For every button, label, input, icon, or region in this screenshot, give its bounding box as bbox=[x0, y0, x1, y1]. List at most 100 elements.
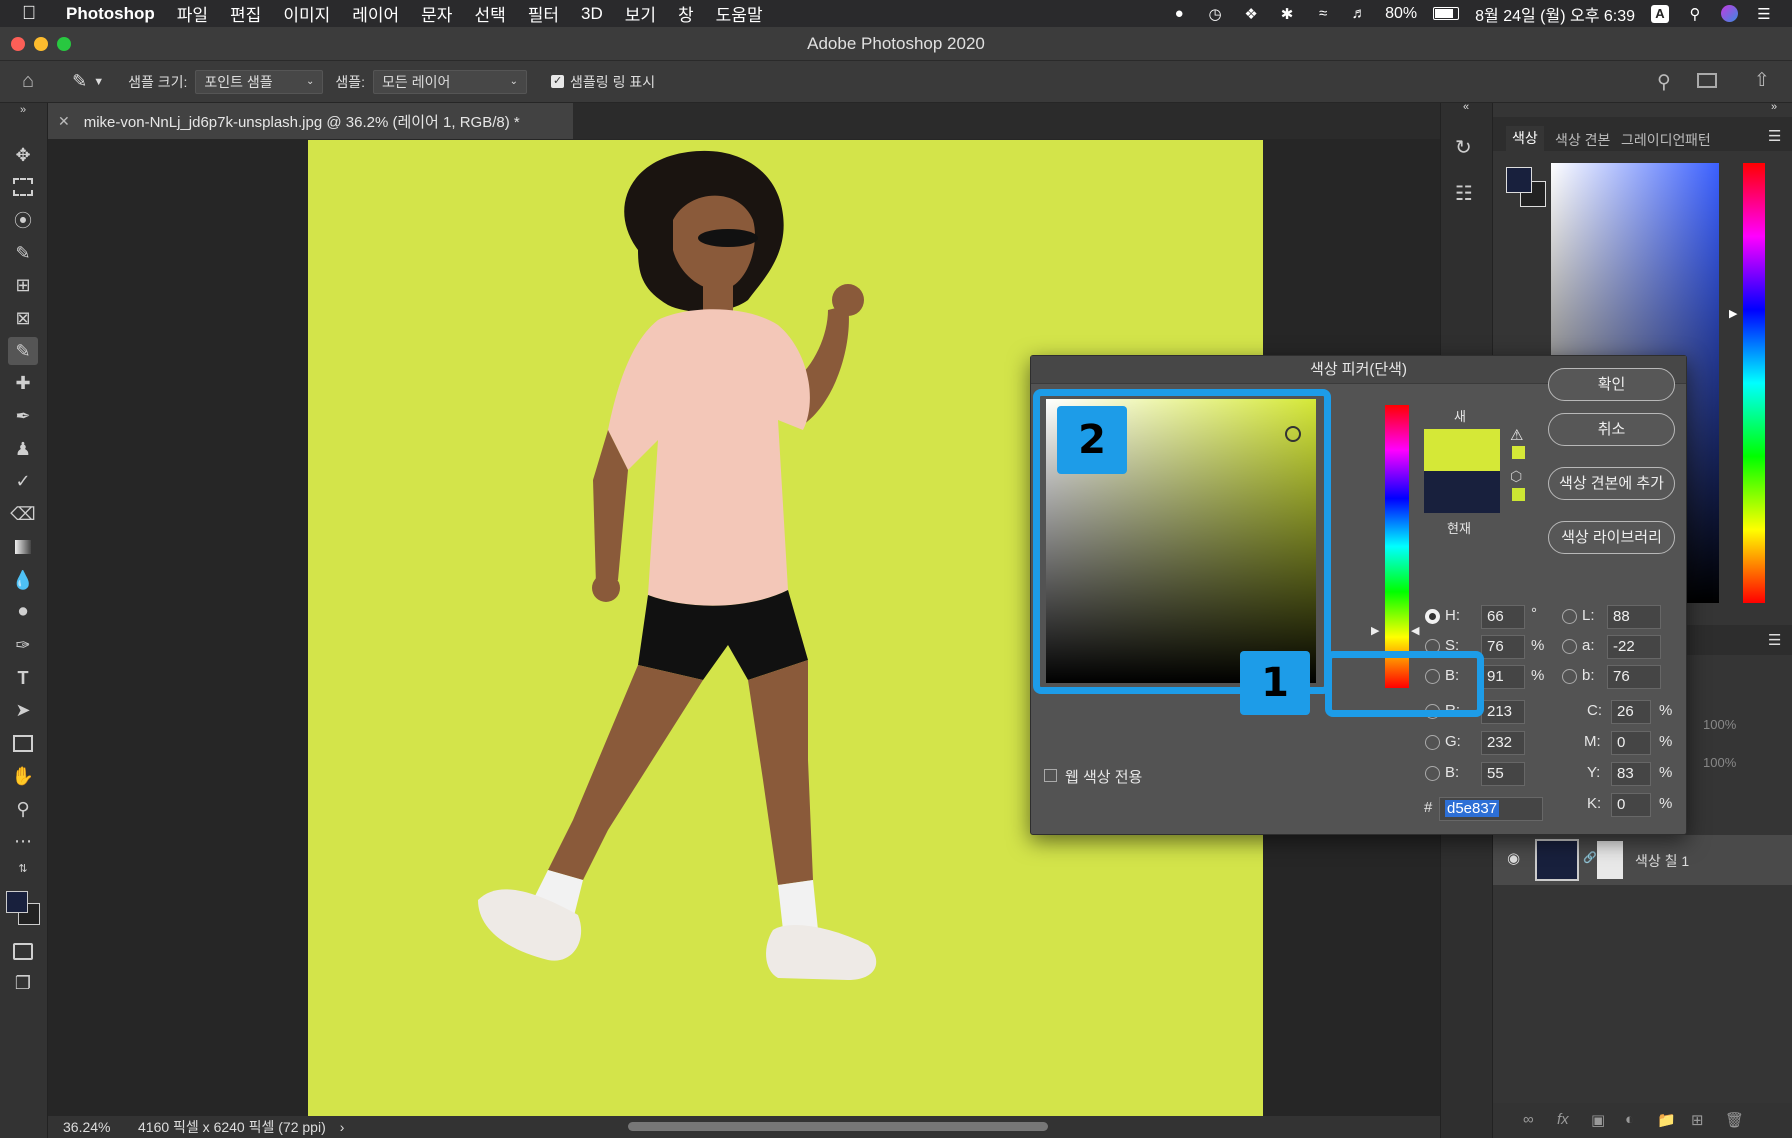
fill-value[interactable]: 100% bbox=[1703, 755, 1736, 770]
zoom-tool-icon[interactable]: ⚲ bbox=[8, 795, 38, 823]
zoom-window-icon[interactable] bbox=[57, 37, 71, 51]
show-sampling-ring-checkbox[interactable]: ✓ bbox=[551, 75, 565, 88]
green-field[interactable]: 232 bbox=[1481, 731, 1525, 755]
fx-icon[interactable]: fx bbox=[1557, 1111, 1569, 1128]
new-group-icon[interactable]: 📁 bbox=[1657, 1111, 1676, 1129]
blur-tool-icon[interactable]: 💧 bbox=[8, 566, 38, 594]
saturation-field[interactable]: 76 bbox=[1481, 635, 1525, 659]
panel-foreground-swatch[interactable] bbox=[1506, 167, 1532, 193]
eyedropper-tool-preset-icon[interactable]: ✎ bbox=[72, 71, 87, 92]
tab-patterns[interactable]: 패턴 bbox=[1685, 130, 1711, 150]
eyedropper-tool-icon[interactable]: ✎ bbox=[8, 337, 38, 365]
close-window-icon[interactable] bbox=[11, 37, 25, 51]
swap-colors-icon[interactable]: ⇅ bbox=[8, 859, 38, 877]
collapse-toolbar-icon[interactable]: » bbox=[8, 103, 38, 117]
menu-file[interactable]: 파일 bbox=[177, 1, 208, 26]
cyan-field[interactable]: 26 bbox=[1611, 700, 1651, 724]
menubar-clock[interactable]: 8월 24일 (월) 오후 6:39 bbox=[1475, 2, 1635, 26]
lab-b-field[interactable]: 76 bbox=[1607, 665, 1661, 689]
zoom-level[interactable]: 36.24% bbox=[63, 1119, 118, 1135]
gamut-swatch[interactable] bbox=[1512, 446, 1525, 459]
eraser-tool-icon[interactable]: ⌫ bbox=[8, 500, 38, 528]
app-menu[interactable]: Photoshop bbox=[66, 4, 155, 24]
blue-field[interactable]: 55 bbox=[1481, 762, 1525, 786]
input-source-badge[interactable]: A bbox=[1651, 4, 1669, 23]
menu-edit[interactable]: 편집 bbox=[230, 1, 261, 26]
time-machine-icon[interactable]: ◷ bbox=[1205, 6, 1225, 23]
menu-layer[interactable]: 레이어 bbox=[352, 1, 399, 26]
rectangle-tool-icon[interactable] bbox=[8, 729, 38, 757]
out-of-gamut-warning-icon[interactable]: ⚠ bbox=[1510, 426, 1523, 444]
red-field[interactable]: 213 bbox=[1481, 700, 1525, 724]
web-safe-cube-icon[interactable]: ⬡ bbox=[1510, 468, 1522, 485]
blue-radio[interactable] bbox=[1425, 766, 1440, 781]
hand-tool-icon[interactable]: ✋ bbox=[8, 762, 38, 790]
link-layers-icon[interactable]: ∞ bbox=[1523, 1111, 1534, 1128]
share-icon[interactable]: ⇧ bbox=[1754, 69, 1770, 92]
hue-slider-right-arrow-icon[interactable]: ◀ bbox=[1411, 624, 1419, 637]
lab-a-field[interactable]: -22 bbox=[1607, 635, 1661, 659]
properties-panel-icon[interactable]: ☷ bbox=[1455, 181, 1473, 206]
notification-center-icon[interactable]: ☰ bbox=[1754, 6, 1774, 23]
crop-tool-icon[interactable]: ⊞ bbox=[8, 271, 38, 299]
chevron-right-icon[interactable]: › bbox=[340, 1119, 345, 1135]
foreground-color-swatch[interactable] bbox=[6, 891, 28, 913]
lab-l-field[interactable]: 88 bbox=[1607, 605, 1661, 629]
eye-icon[interactable]: ◉ bbox=[1507, 849, 1520, 867]
chevron-down-icon[interactable]: ▼ bbox=[93, 76, 104, 88]
tab-color[interactable]: 색상 bbox=[1506, 126, 1544, 151]
tab-gradients[interactable]: 그레이디언 bbox=[1621, 130, 1685, 150]
siri-icon[interactable] bbox=[1721, 5, 1738, 22]
document-tab[interactable]: ✕ mike-von-NnLj_jd6p7k-unsplash.jpg @ 36… bbox=[48, 103, 573, 139]
sample-size-select[interactable]: 포인트 샘플 ⌄ bbox=[195, 69, 324, 94]
battery-icon[interactable] bbox=[1433, 7, 1460, 20]
more-tools-icon[interactable]: ⋯ bbox=[8, 827, 38, 855]
web-safe-swatch[interactable] bbox=[1512, 488, 1525, 501]
hue-radio[interactable] bbox=[1425, 609, 1440, 624]
lab-l-radio[interactable] bbox=[1562, 609, 1577, 624]
panel-menu-icon[interactable]: ☰ bbox=[1768, 631, 1781, 649]
expand-panels-icon[interactable]: » bbox=[1771, 101, 1777, 113]
opacity-value[interactable]: 100% bbox=[1703, 717, 1736, 732]
layer-row[interactable]: ◉ 🔗 색상 칠 1 bbox=[1493, 835, 1792, 885]
dodge-tool-icon[interactable]: ⚫ bbox=[8, 598, 38, 626]
green-radio[interactable] bbox=[1425, 735, 1440, 750]
hue-field[interactable]: 66 bbox=[1481, 605, 1525, 629]
search-icon[interactable]: ⚲ bbox=[1657, 71, 1671, 94]
delete-layer-icon[interactable]: 🗑 bbox=[1725, 1111, 1744, 1129]
hue-slider-marker-icon[interactable]: ▶ bbox=[1729, 307, 1737, 320]
healing-brush-tool-icon[interactable]: ✚ bbox=[8, 369, 38, 397]
menu-3d[interactable]: 3D bbox=[581, 4, 603, 24]
collapse-dock-icon[interactable]: « bbox=[1463, 101, 1469, 113]
lab-a-radio[interactable] bbox=[1562, 639, 1577, 654]
lasso-tool-icon[interactable]: ⦿ bbox=[8, 206, 38, 234]
document-dimensions[interactable]: 4160 픽셀 x 6240 픽셀 (72 ppi) bbox=[138, 1117, 326, 1137]
brush-tool-icon[interactable]: ✒ bbox=[8, 402, 38, 430]
clone-stamp-tool-icon[interactable]: ♟ bbox=[8, 435, 38, 463]
minimize-window-icon[interactable] bbox=[34, 37, 48, 51]
web-colors-only-checkbox[interactable] bbox=[1044, 769, 1057, 782]
horizontal-scrollbar[interactable] bbox=[628, 1122, 1048, 1131]
history-panel-icon[interactable]: ↻ bbox=[1455, 135, 1472, 160]
menu-help[interactable]: 도움말 bbox=[716, 1, 763, 26]
frame-tool-icon[interactable]: ⊠ bbox=[8, 304, 38, 332]
quick-mask-icon[interactable] bbox=[8, 937, 38, 965]
type-tool-icon[interactable]: T bbox=[8, 664, 38, 692]
move-tool-icon[interactable]: ✥ bbox=[8, 141, 38, 169]
brightness-field[interactable]: 91 bbox=[1481, 665, 1525, 689]
hue-slider[interactable] bbox=[1385, 405, 1409, 688]
hex-field[interactable]: d5e837 bbox=[1439, 797, 1543, 821]
add-mask-icon[interactable]: ▣ bbox=[1591, 1111, 1605, 1129]
panel-menu-icon[interactable]: ☰ bbox=[1768, 127, 1781, 145]
screen-mode-icon[interactable]: ❐ bbox=[8, 969, 38, 997]
path-selection-tool-icon[interactable]: ➤ bbox=[8, 696, 38, 724]
close-tab-icon[interactable]: ✕ bbox=[58, 113, 70, 130]
history-brush-tool-icon[interactable]: ✓ bbox=[8, 467, 38, 495]
color-libraries-button[interactable]: 색상 라이브러리 bbox=[1548, 521, 1675, 554]
marquee-tool-icon[interactable] bbox=[8, 173, 38, 201]
menu-image[interactable]: 이미지 bbox=[283, 1, 330, 26]
creative-cloud-icon[interactable]: ❖ bbox=[1241, 6, 1261, 23]
apple-icon[interactable]:  bbox=[22, 3, 44, 25]
chat-icon[interactable]: ● bbox=[1169, 5, 1189, 22]
wifi-icon[interactable]: ≈ bbox=[1313, 5, 1333, 22]
